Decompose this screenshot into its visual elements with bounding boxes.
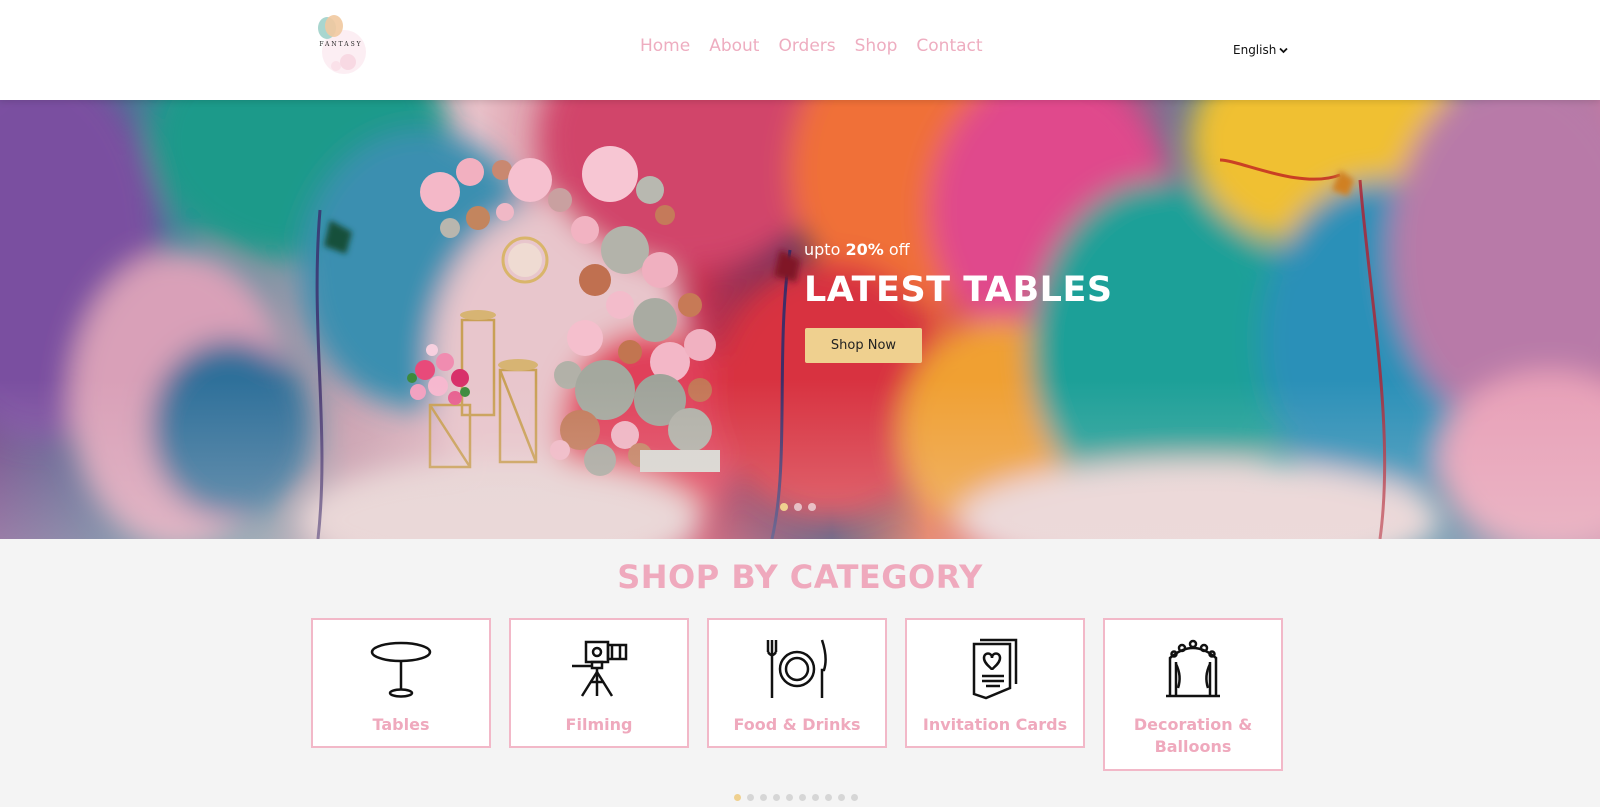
- category-label: Decoration & Balloons: [1133, 715, 1253, 756]
- category-page-indicators: [734, 794, 858, 801]
- category-label: Tables: [372, 715, 430, 734]
- category-label: Invitation Cards: [922, 715, 1068, 734]
- category-label: Food & Drinks: [733, 715, 861, 734]
- category-card-food-drinks[interactable]: Food & Drinks: [707, 618, 887, 748]
- category-cards: Tables Filming Food & Drinks Invitation …: [311, 618, 1283, 771]
- table-icon: [370, 641, 432, 698]
- nav-about[interactable]: About: [709, 36, 759, 56]
- hero-slide-dot-3[interactable]: [808, 503, 816, 511]
- category-page-dot-1[interactable]: [734, 794, 741, 801]
- category-section-title: SHOP BY CATEGORY: [617, 558, 983, 596]
- category-page-dot-3[interactable]: [760, 794, 767, 801]
- decoration-arch-icon: [1166, 639, 1220, 698]
- logo-text: FANTASY: [319, 41, 363, 48]
- hero-discount-value: 20%: [845, 240, 884, 259]
- nav-orders[interactable]: Orders: [778, 36, 835, 56]
- site-header: FANTASY Home About Orders Shop Contact E…: [0, 0, 1600, 100]
- nav-contact[interactable]: Contact: [916, 36, 982, 56]
- category-page-dot-2[interactable]: [747, 794, 754, 801]
- category-card-decoration-balloons[interactable]: Decoration & Balloons: [1103, 618, 1283, 771]
- hero-subtitle-prefix: upto: [804, 240, 846, 259]
- hero-subtitle-suffix: off: [883, 240, 910, 259]
- category-page-dot-10[interactable]: [851, 794, 858, 801]
- logo[interactable]: FANTASY: [312, 14, 370, 74]
- hero-slide-dot-1[interactable]: [780, 503, 788, 511]
- hero-subtitle: upto 20% off: [804, 240, 910, 259]
- category-label: Filming: [565, 715, 633, 734]
- category-page-dot-5[interactable]: [786, 794, 793, 801]
- hero-slide-indicators: [780, 503, 816, 511]
- hero-title: LATEST TABLES: [804, 270, 1113, 310]
- hero-fade-overlay: [0, 379, 1600, 539]
- category-page-dot-8[interactable]: [825, 794, 832, 801]
- camera-tripod-icon: [572, 640, 628, 697]
- chevron-down-icon: [1279, 47, 1288, 53]
- category-page-dot-9[interactable]: [838, 794, 845, 801]
- nav-shop[interactable]: Shop: [855, 36, 898, 56]
- invitation-card-icon: [972, 638, 1018, 700]
- category-page-dot-6[interactable]: [799, 794, 806, 801]
- category-page-dot-7[interactable]: [812, 794, 819, 801]
- nav-home[interactable]: Home: [640, 36, 690, 56]
- language-selector[interactable]: English: [1233, 43, 1288, 57]
- main-nav: Home About Orders Shop Contact: [640, 36, 983, 56]
- category-card-tables[interactable]: Tables: [311, 618, 491, 748]
- hero-slide-dot-2[interactable]: [794, 503, 802, 511]
- language-label: English: [1233, 43, 1277, 57]
- category-card-invitation-cards[interactable]: Invitation Cards: [905, 618, 1085, 748]
- shop-now-button[interactable]: Shop Now: [805, 328, 922, 363]
- hero-banner: upto 20% off LATEST TABLES Shop Now: [0, 100, 1600, 539]
- category-card-filming[interactable]: Filming: [509, 618, 689, 748]
- category-page-dot-4[interactable]: [773, 794, 780, 801]
- plate-fork-knife-icon: [766, 639, 827, 698]
